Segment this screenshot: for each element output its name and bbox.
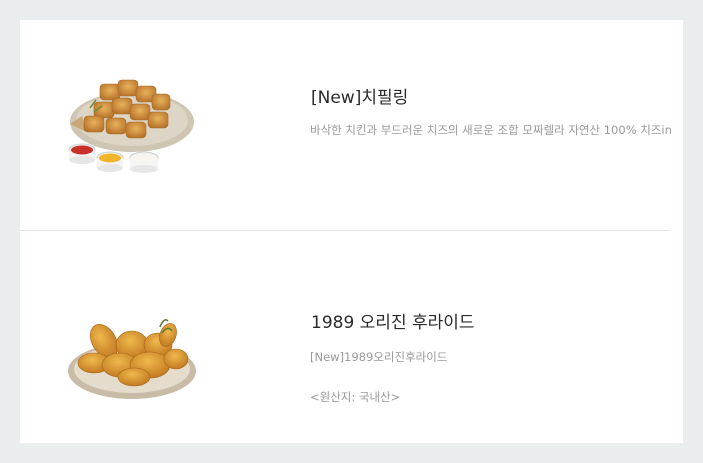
cheese-nugget-dish-image[interactable] — [60, 72, 200, 184]
fried-chicken-plate-image[interactable] — [64, 315, 198, 407]
menu-item-title[interactable]: 1989 오리진 후라이드 — [311, 308, 475, 333]
origin-label: <원산지: 국내산> — [310, 390, 401, 404]
menu-item[interactable]: 1989 오리진 후라이드 [New]1989오리진후라이드 <원산지: 국내산… — [20, 231, 683, 443]
menu-item[interactable]: [New]치필링 바삭한 치킨과 부드러운 치즈의 새로운 조합 모짜렐라 자연… — [20, 20, 683, 230]
menu-item-description: 바삭한 치킨과 부드러운 치즈의 새로운 조합 모짜렐라 자연산 100% 치즈… — [310, 123, 672, 137]
menu-card: [New]치필링 바삭한 치킨과 부드러운 치즈의 새로운 조합 모짜렐라 자연… — [20, 20, 683, 443]
menu-item-title[interactable]: [New]치필링 — [311, 83, 408, 108]
menu-item-description: [New]1989오리진후라이드 — [310, 350, 448, 364]
